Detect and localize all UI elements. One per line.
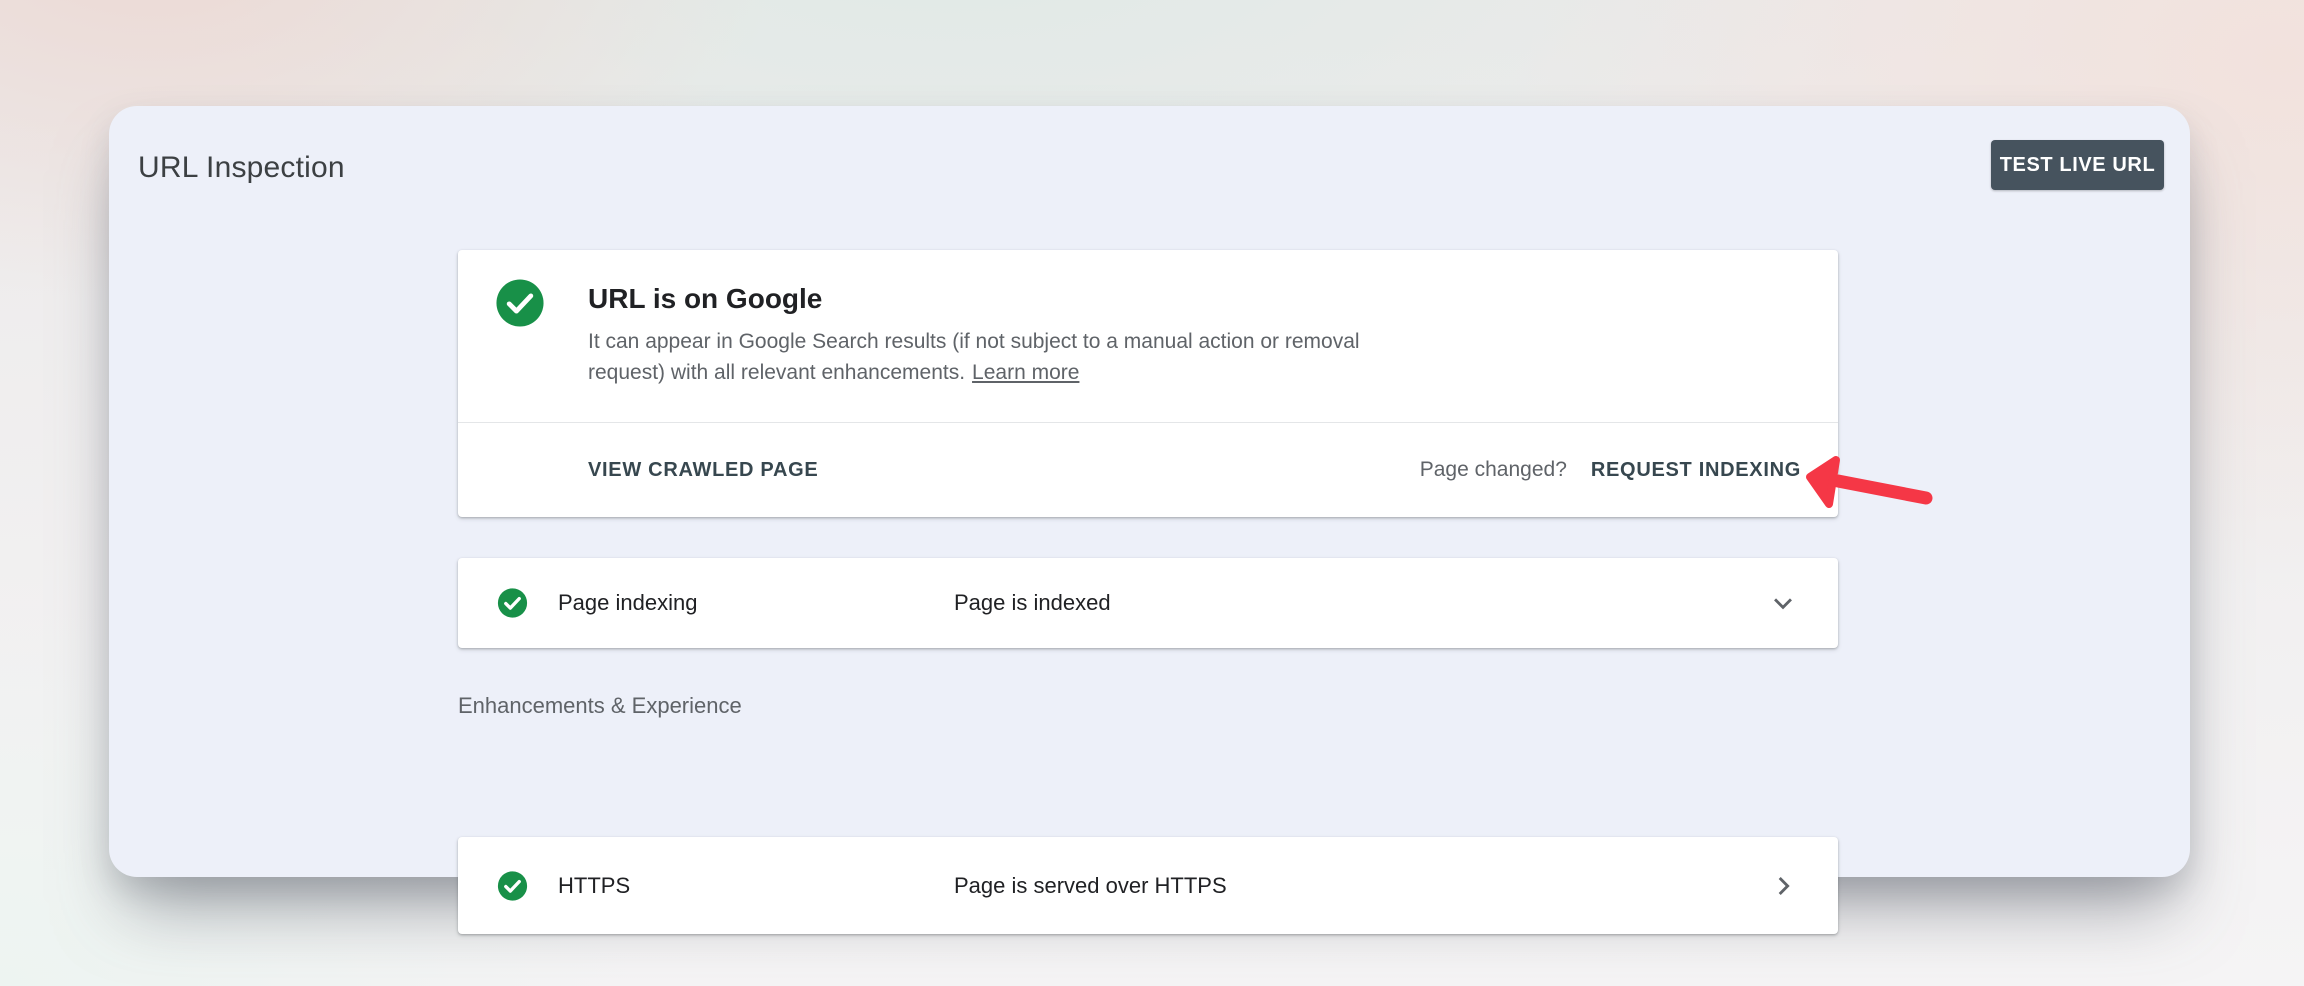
verdict-description: It can appear in Google Search results (…: [588, 326, 1360, 388]
check-circle-icon: [497, 588, 528, 619]
chevron-right-icon[interactable]: [1765, 868, 1801, 904]
page-title: URL Inspection: [138, 150, 345, 186]
check-circle-icon: [495, 278, 545, 328]
chevron-down-icon[interactable]: [1765, 585, 1801, 621]
https-status: Page is served over HTTPS: [954, 873, 1227, 899]
https-label: HTTPS: [558, 873, 630, 899]
https-card[interactable]: HTTPS Page is served over HTTPS: [458, 837, 1838, 934]
verdict-description-line2: request) with all relevant enhancements.…: [588, 357, 1360, 388]
view-crawled-page-link[interactable]: VIEW CRAWLED PAGE: [588, 459, 818, 482]
verdict-description-line1: It can appear in Google Search results (…: [588, 326, 1360, 357]
verdict-title: URL is on Google: [588, 282, 822, 316]
verdict-card: URL is on Google It can appear in Google…: [458, 250, 1838, 517]
learn-more-link[interactable]: Learn more: [972, 361, 1079, 384]
enhancements-heading: Enhancements & Experience: [458, 694, 742, 718]
page-indexing-status: Page is indexed: [954, 590, 1111, 616]
page-indexing-card[interactable]: Page indexing Page is indexed: [458, 558, 1838, 648]
verdict-action-row: VIEW CRAWLED PAGE Page changed? REQUEST …: [458, 423, 1838, 517]
test-live-url-button[interactable]: TEST LIVE URL: [1991, 140, 2164, 190]
action-right-group: Page changed? REQUEST INDEXING: [1420, 458, 1801, 482]
request-indexing-link[interactable]: REQUEST INDEXING: [1591, 459, 1801, 482]
page-changed-label: Page changed?: [1420, 458, 1567, 482]
url-inspection-panel: URL Inspection TEST LIVE URL URL is on G…: [109, 106, 2190, 877]
check-circle-icon: [497, 870, 528, 901]
page-indexing-label: Page indexing: [558, 590, 697, 616]
